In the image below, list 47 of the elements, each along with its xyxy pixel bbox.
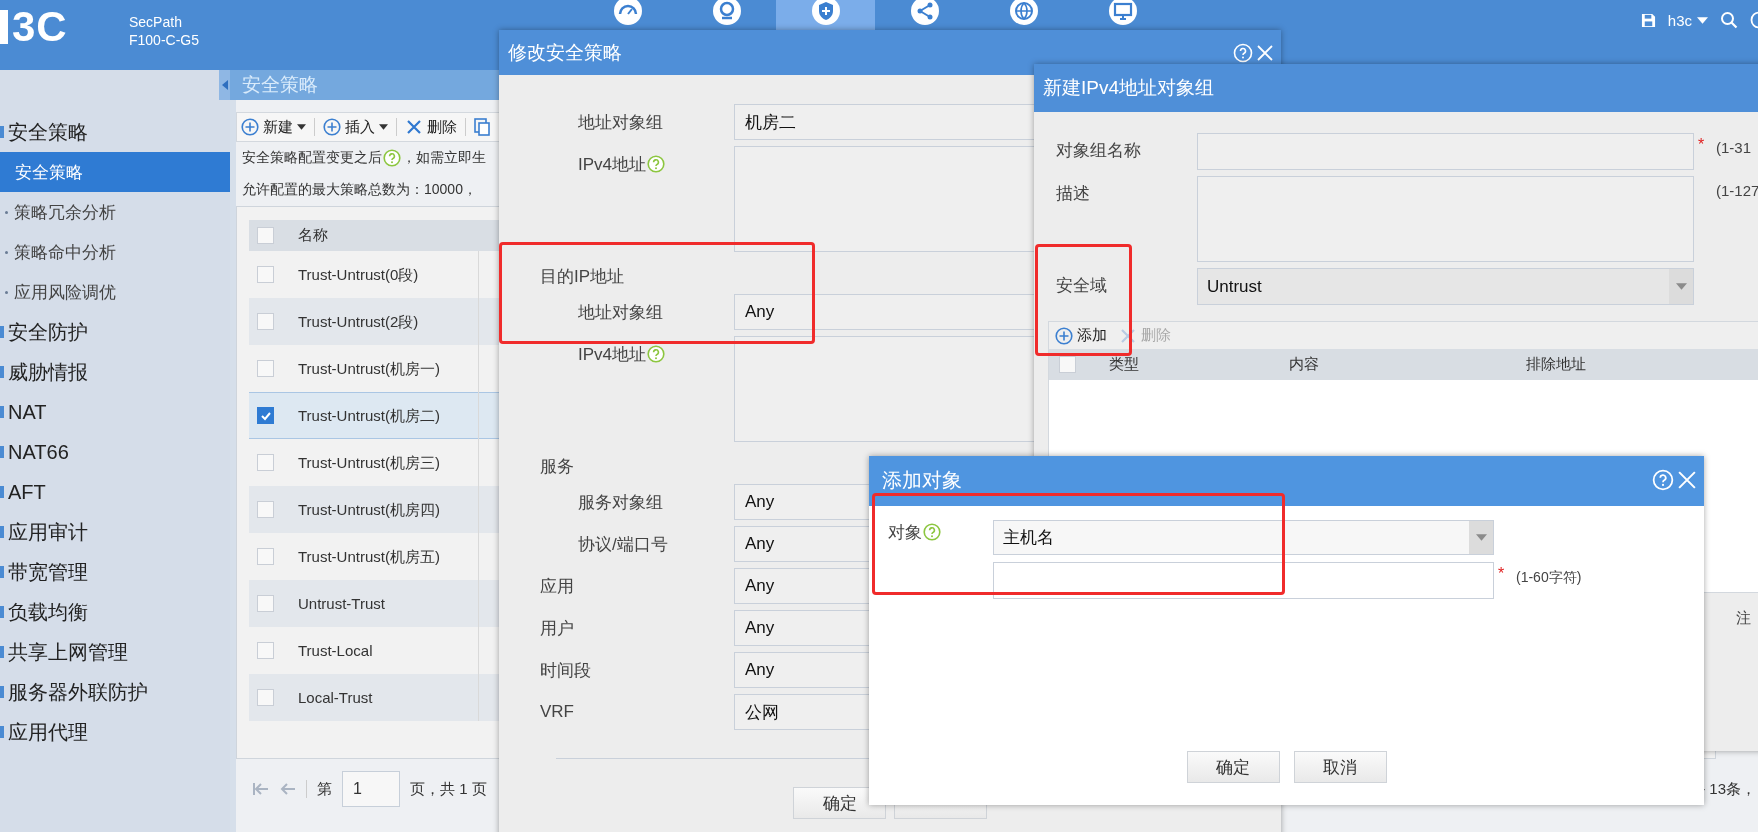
dialog-title: 新建IPv4地址对象组 <box>1043 76 1215 100</box>
menu-group-label: NAT <box>8 400 47 424</box>
field-label: VRF <box>540 702 574 722</box>
field-label: 目的IP地址 <box>540 265 625 288</box>
page-label: 第 <box>317 779 332 799</box>
product-name: SecPath <box>129 13 183 31</box>
dialog-title: 修改安全策略 <box>508 40 622 65</box>
field-label: 描述 <box>1055 182 1091 205</box>
field-label: 应用 <box>540 575 574 598</box>
menu-group-label: 共享上网管理 <box>8 639 128 665</box>
menu-group-label: 负载均衡 <box>8 599 88 625</box>
menu-group-label: AFT <box>8 480 46 504</box>
required-mark: * <box>1497 564 1506 584</box>
menu-group-label: 应用审计 <box>8 519 88 545</box>
field-label: 用户 <box>540 617 574 640</box>
menu-group-label: 安全防护 <box>8 319 88 345</box>
field-label: 服务对象组 <box>578 491 663 514</box>
field-label: 时间段 <box>540 659 591 682</box>
logo: 3C <box>12 9 68 45</box>
table-cell: Local-Trust <box>298 674 479 721</box>
menu-group-label: 带宽管理 <box>8 559 88 585</box>
menu-group-label: 威胁情报 <box>8 359 88 385</box>
field-label: 协议/端口号 <box>578 533 668 556</box>
field-label: 安全域 <box>1055 274 1108 297</box>
limit-text: 允许配置的最大策略总数为：10000， <box>241 180 477 199</box>
dialog-title: 添加对象 <box>882 468 962 493</box>
note-text: 安全策略配置变更之后 <box>242 149 382 167</box>
page-total: 页，共 1 页 <box>410 779 487 799</box>
record-range: - 13条， <box>1700 779 1757 799</box>
field-label: 地址对象组 <box>578 111 663 134</box>
menu-group-label: 服务器外联防护 <box>8 679 148 705</box>
field-label: 对象 <box>888 521 922 544</box>
field-label: 服务 <box>540 455 574 478</box>
field-label: 对象组名称 <box>1055 139 1142 162</box>
menu-group-label: 安全策略 <box>8 119 88 145</box>
footnote-text: 注 <box>1736 609 1751 628</box>
hint-text: (1-31 <box>1715 138 1752 158</box>
product-model: F100-C-G5 <box>129 31 201 49</box>
hint-text: (1-60字符) <box>1515 568 1582 587</box>
menu-group-label: NAT66 <box>8 440 69 464</box>
note-text: ，如需立即生 <box>402 149 486 167</box>
required-mark: * <box>1697 135 1706 155</box>
field-label: IPv4地址 <box>578 153 647 176</box>
hint-text: (1-127 <box>1715 181 1758 201</box>
field-label: 地址对象组 <box>578 301 663 324</box>
field-label: IPv4地址 <box>578 343 647 366</box>
menu-group-label: 应用代理 <box>8 719 88 745</box>
